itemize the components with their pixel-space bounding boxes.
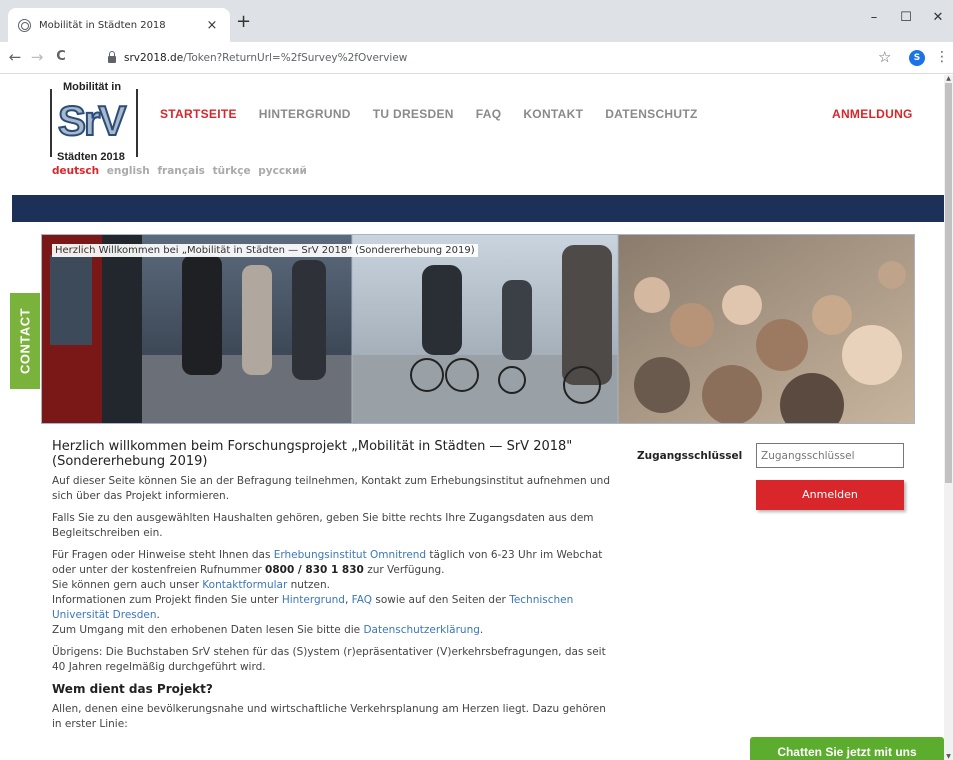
profile-avatar[interactable]: S [909, 50, 925, 66]
scrollbar-thumb[interactable] [945, 83, 952, 483]
browser-tab-strip: Mobilität in Städten 2018 × + – ☐ ✕ [0, 0, 953, 42]
hotline-number: 0800 / 830 1 830 [265, 564, 364, 576]
nav-item-kontakt[interactable]: KONTAKT [523, 107, 583, 121]
contact-side-tab[interactable]: CONTACT [10, 293, 40, 389]
contact-text-8: Zum Umgang mit den erhobenen Daten lesen… [52, 624, 364, 636]
banner-photo-collage [42, 235, 914, 423]
srv-logo[interactable]: Mobilität in SrV Städten 2018 [50, 81, 138, 167]
lang-turkce[interactable]: türkçe [213, 165, 251, 177]
chat-button[interactable]: Chatten Sie jetzt mit uns [750, 737, 944, 760]
section-paragraph: Allen, denen eine bevölkerungsnahe und w… [52, 703, 606, 730]
address-bar[interactable]: srv2018.de/Token?ReturnUrl=%2fSurvey%2fO… [98, 46, 908, 70]
url-domain: srv2018.de [124, 52, 184, 64]
web-page: Mobilität in SrV Städten 2018 STARTSEITE… [0, 75, 944, 760]
contact-text-7: sowie auf den Seiten der [372, 594, 510, 606]
lang-deutsch[interactable]: deutsch [52, 165, 99, 177]
srv-explanation-paragraph: Übrigens: Die Buchstaben SrV stehen für … [52, 646, 606, 673]
contact-text-5: nutzen. [287, 579, 331, 591]
section-heading: Wem dient das Projekt? [52, 682, 213, 696]
nav-item-hintergrund[interactable]: HINTERGRUND [259, 107, 351, 121]
scroll-up-icon[interactable]: ▲ [945, 75, 952, 82]
lang-francais[interactable]: français [157, 165, 204, 177]
window-close-icon[interactable]: ✕ [928, 10, 948, 25]
contact-text-1: Für Fragen oder Hinweise steht Ihnen das [52, 549, 274, 561]
logo-top-text: Mobilität in [60, 81, 125, 93]
nav-item-startseite[interactable]: STARTSEITE [160, 107, 237, 121]
reload-icon[interactable]: C [52, 48, 70, 66]
nav-item-datenschutz[interactable]: DATENSCHUTZ [605, 107, 697, 121]
header-divider-bar [12, 195, 944, 222]
contact-text-comma: , [344, 594, 352, 606]
maximize-icon[interactable]: ☐ [896, 10, 916, 25]
browser-toolbar: ← → C srv2018.de/Token?ReturnUrl=%2fSurv… [0, 42, 953, 74]
globe-icon [18, 18, 31, 32]
login-button[interactable]: Anmelden [756, 480, 904, 510]
nav-item-anmeldung[interactable]: ANMELDUNG [832, 107, 913, 121]
link-omnitrend[interactable]: Erhebungsinstitut Omnitrend [274, 549, 426, 561]
contact-text-6: Informationen zum Projekt finden Sie unt… [52, 594, 282, 606]
url-path: /Token?ReturnUrl=%2fSurvey%2fOverview [183, 52, 408, 64]
contact-paragraph: Für Fragen oder Hinweise steht Ihnen das… [52, 548, 617, 638]
access-key-label: Zugangsschlüssel [637, 450, 743, 462]
hero-banner: Herzlich Willkommen bei „Mobilität in St… [41, 234, 915, 424]
forward-icon[interactable]: → [28, 48, 46, 66]
lock-icon [108, 51, 116, 63]
page-scrollbar[interactable]: ▲ ▼ [944, 75, 953, 760]
page-title: Herzlich willkommen beim Forschungsproje… [52, 439, 573, 469]
browser-menu-icon[interactable]: ⋮ [935, 48, 949, 66]
main-navigation: STARTSEITE HINTERGRUND TU DRESDEN FAQ KO… [160, 107, 720, 121]
contact-tab-label: CONTACT [17, 307, 33, 375]
banner-caption: Herzlich Willkommen bei „Mobilität in St… [52, 244, 478, 257]
tab-close-icon[interactable]: × [204, 18, 220, 33]
contact-text-3: zur Verfügung. [363, 564, 445, 576]
lang-russian[interactable]: русский [258, 165, 307, 177]
intro-paragraph: Auf dieser Seite können Sie an der Befra… [52, 475, 610, 502]
contact-text-dot: . [156, 609, 160, 621]
tab-title: Mobilität in Städten 2018 [39, 19, 166, 31]
browser-tab[interactable]: Mobilität in Städten 2018 × [8, 8, 230, 42]
access-key-input[interactable] [756, 443, 904, 468]
logo-bottom-text: Städten 2018 [54, 151, 128, 163]
logo-srv-text: SrV [57, 97, 127, 144]
minimize-icon[interactable]: – [864, 10, 884, 25]
link-faq[interactable]: FAQ [352, 594, 372, 606]
contact-text-4: Sie können gern auch unser [52, 579, 203, 591]
back-icon[interactable]: ← [6, 48, 24, 66]
lang-english[interactable]: english [107, 165, 150, 177]
new-tab-icon[interactable]: + [236, 13, 251, 31]
bookmark-star-icon[interactable]: ☆ [878, 48, 891, 66]
link-hintergrund[interactable]: Hintergrund [282, 594, 345, 606]
link-kontaktformular[interactable]: Kontaktformular [202, 579, 287, 591]
language-switcher: deutsch english français türkçe русский [52, 165, 311, 177]
nav-item-tu-dresden[interactable]: TU DRESDEN [373, 107, 454, 121]
main-content: Herzlich willkommen beim Forschungsproje… [52, 439, 617, 739]
contact-text-end: . [479, 624, 484, 636]
scroll-down-icon[interactable]: ▼ [945, 753, 952, 760]
instructions-paragraph: Falls Sie zu den ausgewählten Haushalten… [52, 512, 594, 539]
nav-item-faq[interactable]: FAQ [476, 107, 502, 121]
link-datenschutzerklaerung[interactable]: Datenschutzerklärung [363, 624, 479, 636]
